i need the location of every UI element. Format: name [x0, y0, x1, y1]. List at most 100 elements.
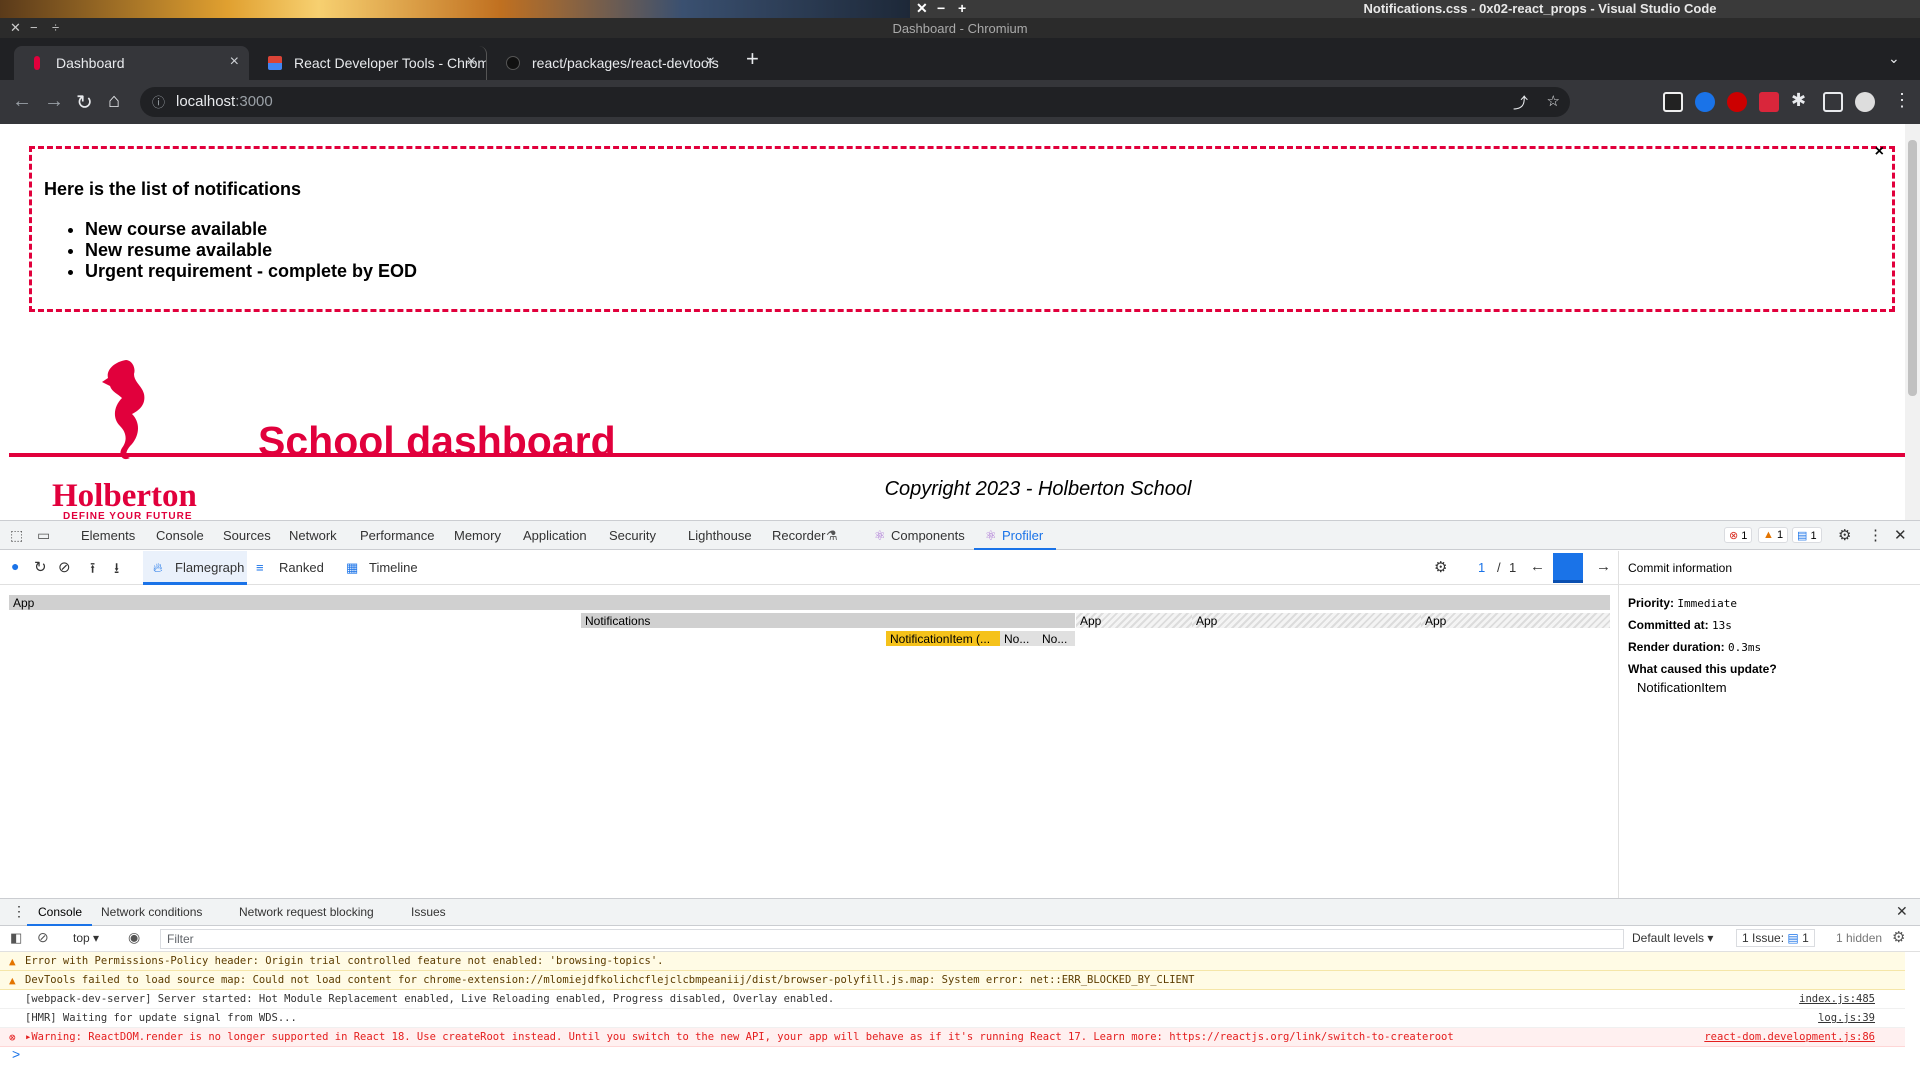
record-icon[interactable]: ● — [11, 558, 19, 574]
sidebar-toggle-icon[interactable]: ◧ — [10, 930, 22, 946]
side-panel-icon[interactable] — [1823, 92, 1843, 112]
tab-github[interactable]: react/packages/react-devtools × — [490, 46, 725, 80]
kebab-menu-icon[interactable]: ⋮ — [1893, 90, 1911, 111]
tab-components[interactable]: Components — [891, 528, 965, 543]
issues-button[interactable]: 1 Issue: ▤ 1 — [1736, 929, 1815, 947]
drawer-menu-icon[interactable]: ⋮ — [12, 903, 26, 920]
close-drawer-icon[interactable]: ✕ — [1896, 903, 1908, 920]
tab-react-devtools[interactable]: React Developer Tools - Chrom × — [252, 46, 487, 80]
tab-search-icon[interactable]: ⌄ — [1888, 50, 1900, 67]
device-toolbar-icon[interactable]: ▭ — [37, 527, 50, 544]
clear-icon[interactable]: ⊘ — [58, 558, 71, 576]
reload-profile-icon[interactable]: ↻ — [34, 558, 47, 576]
page-scrollbar[interactable] — [1905, 124, 1920, 520]
warning-count: 1 — [1776, 529, 1784, 541]
eye-icon[interactable]: ◉ — [128, 929, 140, 946]
inspect-element-icon[interactable]: ⬚ — [10, 527, 23, 544]
download-icon[interactable]: ⭳ — [114, 558, 119, 583]
flame-node-notifications[interactable]: Notifications — [581, 613, 1075, 628]
tab-memory[interactable]: Memory — [454, 528, 501, 543]
puzzle-icon[interactable]: ✱ — [1791, 90, 1806, 111]
tab-close-icon[interactable]: × — [706, 53, 715, 71]
close-devtools-icon[interactable]: ✕ — [1894, 526, 1907, 544]
console-settings-icon[interactable]: ⚙ — [1892, 928, 1905, 946]
flame-node-notificationitem[interactable]: No... — [1000, 631, 1038, 646]
commit-time: Committed at: 13s — [1628, 618, 1732, 632]
holberton-tagline: DEFINE YOUR FUTURE — [63, 511, 193, 520]
tab-sources[interactable]: Sources — [223, 528, 271, 543]
drawer-tab-issues[interactable]: Issues — [411, 905, 446, 919]
context-selector[interactable]: top ▾ — [73, 931, 99, 945]
warning-count-badge[interactable]: ▲ 1 — [1758, 527, 1789, 543]
new-tab-button[interactable]: + — [746, 46, 759, 72]
log-levels-dropdown[interactable]: Default levels ▾ — [1632, 931, 1713, 945]
tab-close-icon[interactable]: × — [467, 53, 476, 71]
notification-item[interactable]: New course available — [85, 219, 417, 240]
tab-dashboard[interactable]: Dashboard × — [14, 46, 249, 80]
drawer-tab-network-request-blocking[interactable]: Network request blocking — [239, 905, 374, 919]
devtools-menu-icon[interactable]: ⋮ — [1868, 526, 1883, 544]
address-bar[interactable]: ⓘ localhost:3000 ☆ ⤴ — [140, 87, 1570, 117]
tab-lighthouse[interactable]: Lighthouse — [688, 528, 752, 543]
ublock-icon[interactable] — [1727, 92, 1747, 112]
commit-bar[interactable] — [1553, 553, 1583, 583]
tab-elements[interactable]: Elements — [81, 528, 135, 543]
info-icon[interactable]: ⓘ — [152, 92, 165, 111]
tab-console[interactable]: Console — [156, 528, 204, 543]
tab-network[interactable]: Network — [289, 528, 337, 543]
forward-icon[interactable]: → — [44, 90, 64, 113]
render-label: Render duration: — [1628, 640, 1725, 654]
flame-node-app[interactable]: App — [1192, 613, 1421, 628]
os-maximize-button[interactable]: + — [958, 0, 966, 16]
error-count-badge[interactable]: ⊗ 1 — [1724, 527, 1753, 543]
drawer-tab-console[interactable]: Console — [38, 905, 82, 919]
avatar[interactable] — [1855, 92, 1875, 112]
flame-node-app[interactable]: App — [1421, 613, 1610, 628]
next-commit-icon[interactable]: → — [1596, 558, 1611, 575]
tab-timeline[interactable]: Timeline — [369, 560, 418, 575]
notification-item[interactable]: Urgent requirement - complete by EOD — [85, 261, 417, 282]
console-prompt[interactable]: > — [12, 1046, 20, 1062]
prev-commit-icon[interactable]: ← — [1530, 558, 1545, 575]
back-icon[interactable]: ← — [12, 90, 32, 113]
reload-icon[interactable]: ↻ — [76, 90, 93, 115]
tab-profiler[interactable]: Profiler — [1002, 528, 1043, 543]
source-link[interactable]: log.js:39 — [1818, 1012, 1875, 1024]
commit-cause-item[interactable]: NotificationItem — [1637, 680, 1727, 695]
source-link[interactable]: index.js:485 — [1799, 993, 1875, 1005]
tab-close-icon[interactable]: × — [230, 53, 239, 71]
os-close-button[interactable]: ✕ — [916, 0, 928, 17]
render-value: 0.3ms — [1728, 641, 1762, 654]
share-icon[interactable]: ⤴ — [1513, 92, 1528, 113]
extension-icon[interactable] — [1695, 92, 1715, 112]
flame-node-app[interactable]: App — [1076, 613, 1192, 628]
tab-recorder[interactable]: Recorder — [772, 528, 825, 543]
extension-icon[interactable] — [1759, 92, 1779, 112]
console-message-error[interactable]: ⊗ ▸Warning: ReactDOM.render is no longer … — [0, 1028, 1905, 1047]
notification-item[interactable]: New resume available — [85, 240, 417, 261]
drawer-tab-network-conditions[interactable]: Network conditions — [101, 905, 202, 919]
tab-ranked[interactable]: Ranked — [279, 560, 324, 575]
os-minimize-button[interactable]: − — [937, 0, 945, 16]
home-icon[interactable]: ⌂ — [108, 90, 120, 113]
tab-security[interactable]: Security — [609, 528, 656, 543]
tab-flamegraph[interactable]: Flamegraph — [175, 560, 244, 575]
tab-performance[interactable]: Performance — [360, 528, 434, 543]
clear-console-icon[interactable]: ⊘ — [37, 929, 49, 946]
flame-node-notificationitem[interactable]: NotificationItem (... — [886, 631, 1000, 646]
source-link[interactable]: react-dom.development.js:86 — [1704, 1031, 1875, 1043]
seahorse-logo-icon — [102, 360, 145, 460]
profiler-settings-icon[interactable]: ⚙ — [1434, 558, 1447, 576]
upload-icon[interactable]: ⭱ — [90, 558, 95, 583]
tab-application[interactable]: Application — [523, 528, 587, 543]
message-count-badge[interactable]: ▤ 1 — [1792, 527, 1822, 543]
bookmark-star-icon[interactable]: ☆ — [1547, 92, 1560, 110]
flame-node-app[interactable]: App — [9, 595, 1610, 610]
close-notifications-button[interactable]: × — [1875, 143, 1884, 161]
extension-icon[interactable] — [1663, 92, 1683, 112]
tab-label: React Developer Tools - Chrom — [294, 55, 487, 71]
flame-node-notificationitem[interactable]: No... — [1038, 631, 1075, 646]
settings-gear-icon[interactable]: ⚙ — [1838, 526, 1851, 544]
scrollbar-thumb[interactable] — [1908, 140, 1917, 396]
console-filter-input[interactable]: Filter — [160, 929, 1624, 949]
